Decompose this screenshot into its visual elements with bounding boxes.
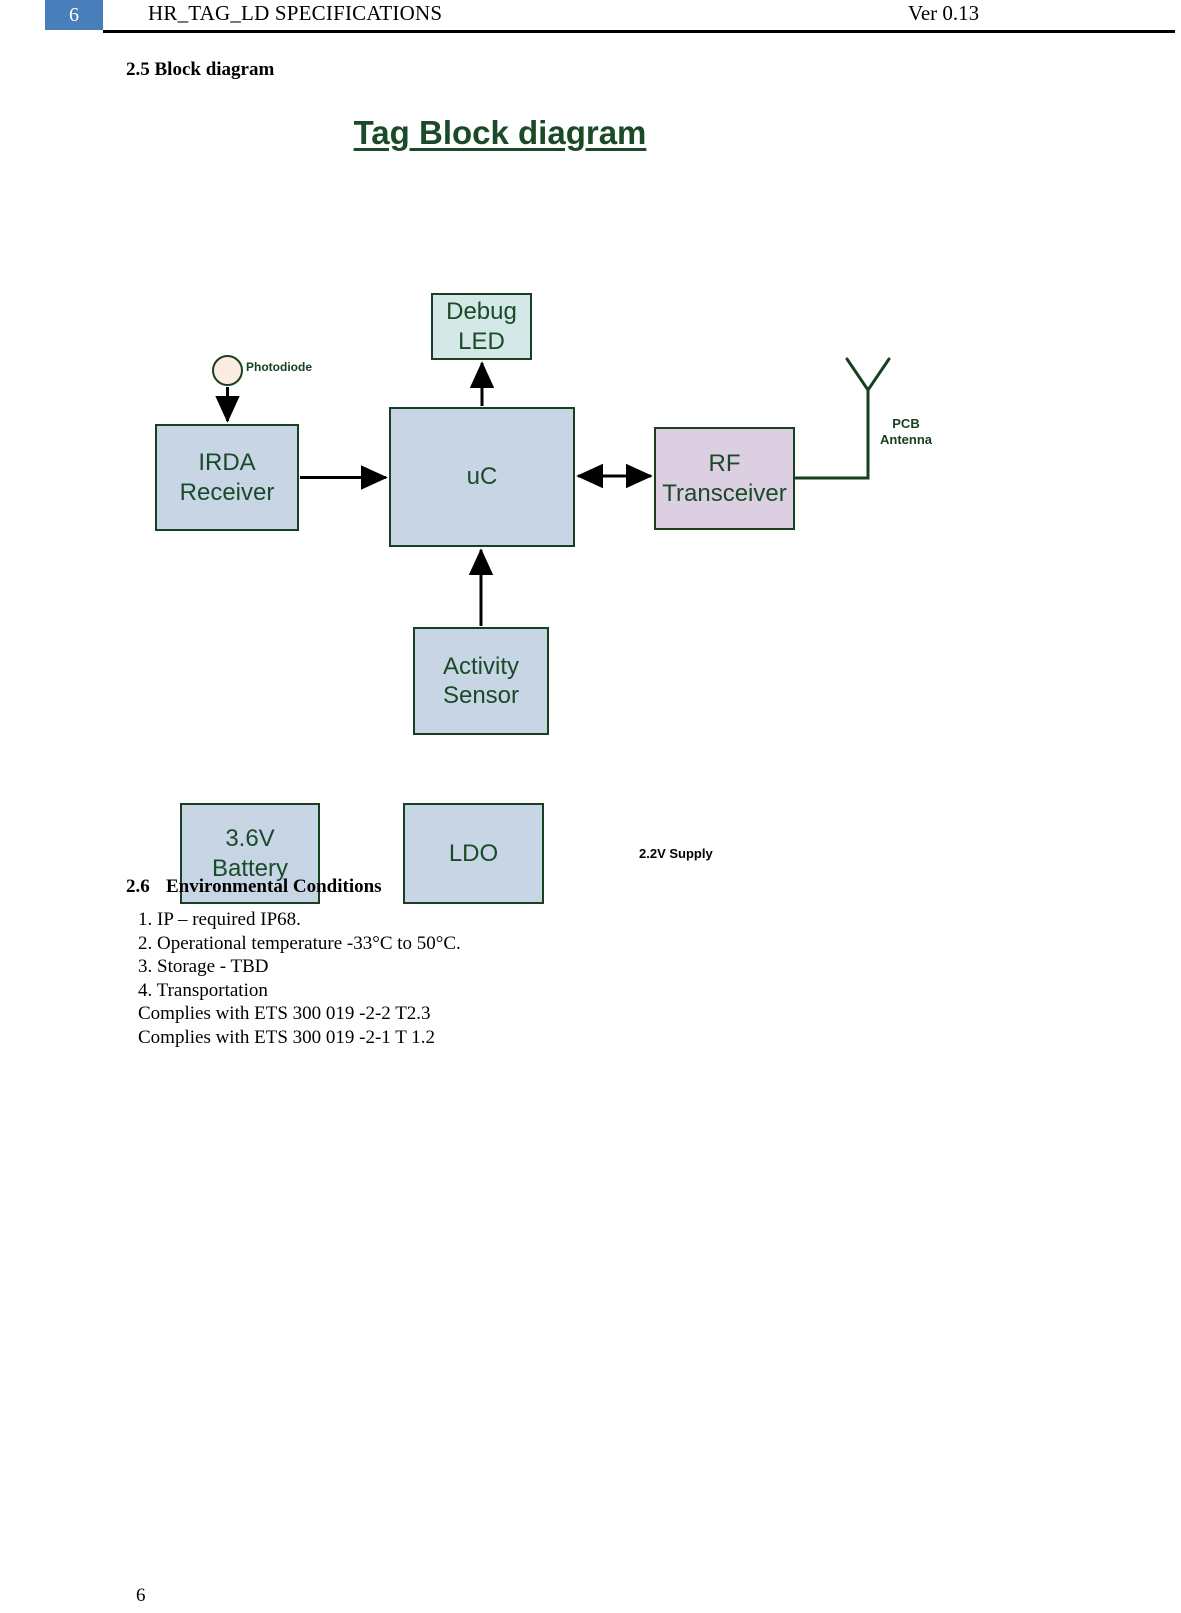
list-item: 2. Operational temperature -33°C to 50°C… xyxy=(138,932,461,954)
photodiode-label: Photodiode xyxy=(246,360,312,374)
environmental-conditions-list: 1. IP – required IP68. 2. Operational te… xyxy=(138,908,461,1049)
diagram-title: Tag Block diagram xyxy=(353,114,647,151)
list-item: Complies with ETS 300 019 -2-1 T 1.2 xyxy=(138,1026,435,1048)
section-number: 2.6 xyxy=(126,876,150,897)
block-debug-led: Debug LED xyxy=(431,293,532,360)
section-title: Environmental Conditions xyxy=(166,876,382,897)
document-version: Ver 0.13 xyxy=(908,1,980,25)
supply-voltage-label: 2.2V Supply xyxy=(639,846,713,861)
header-divider xyxy=(103,30,1175,33)
document-title: HR_TAG_LD SPECIFICATIONS xyxy=(148,1,443,25)
block-ldo: LDO xyxy=(403,803,544,904)
photodiode-icon xyxy=(212,355,243,386)
section-heading-block-diagram: 2.5 Block diagram xyxy=(126,59,275,80)
list-item: 1. IP – required IP68. xyxy=(138,909,301,930)
section-heading-environmental: 2.6 Environmental Conditions xyxy=(126,876,382,898)
block-activity-sensor: Activity Sensor xyxy=(413,627,549,735)
block-irda-receiver: IRDA Receiver xyxy=(155,424,299,531)
block-uc: uC xyxy=(389,407,575,547)
pcb-antenna-label: PCB Antenna xyxy=(880,416,932,448)
tag-block-diagram: Tag Block diagram Debug LED IRDA Receive… xyxy=(0,100,1181,904)
list-item: 4. Transportation xyxy=(138,979,268,1001)
list-item: 3. Storage - TBD xyxy=(138,956,269,977)
header-page-number: 6 xyxy=(69,4,79,26)
header-page-number-box: 6 xyxy=(45,0,103,30)
footer-page-number: 6 xyxy=(136,1585,146,1606)
block-rf-transceiver: RF Transceiver xyxy=(654,427,795,530)
list-item: Complies with ETS 300 019 -2-2 T2.3 xyxy=(138,1003,431,1024)
page-header: 6 HR_TAG_LD SPECIFICATIONS Ver 0.13 xyxy=(0,0,1181,40)
